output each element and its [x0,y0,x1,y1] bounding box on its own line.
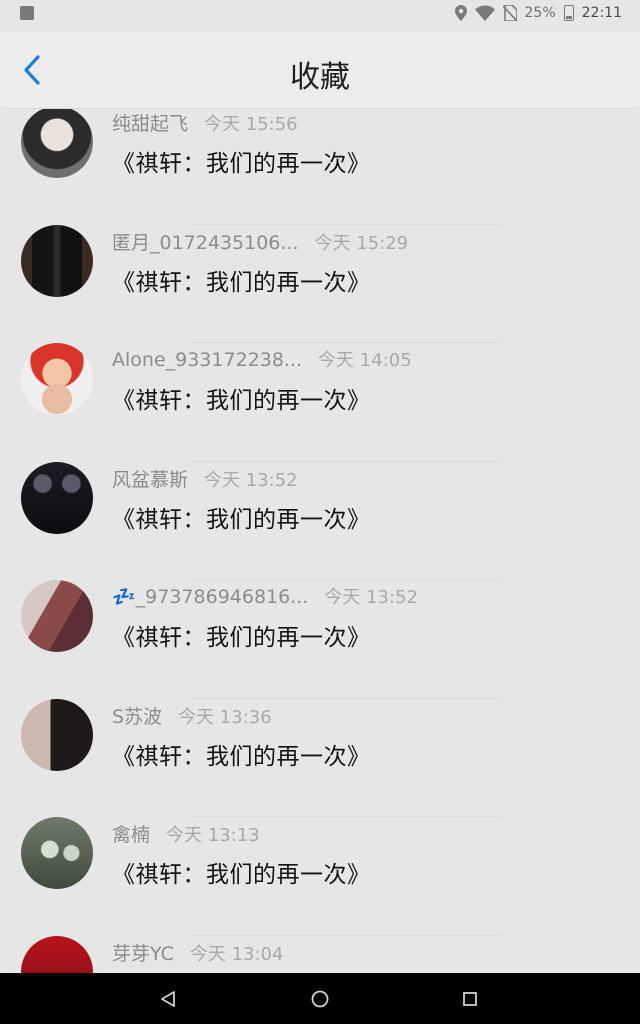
name-line: 💤_973786946816... 今天 13:52 [112,583,418,609]
collection-title[interactable]: 《祺轩：我们的再一次》 [112,855,371,889]
gallery-notification-icon [20,6,34,20]
name-line: 风盆慕斯 今天 13:52 [112,465,298,492]
nav-recents-button[interactable] [456,985,484,1013]
avatar[interactable] [21,108,93,178]
location-icon [454,5,467,21]
username[interactable]: 芽芽YC [112,943,174,965]
timestamp: 今天 13:52 [324,587,418,608]
nav-back-button[interactable] [154,985,182,1013]
timestamp: 今天 13:36 [178,706,272,728]
username[interactable]: S苏波 [112,706,162,728]
collection-title[interactable]: 《祺轩：我们的再一次》 [112,500,371,534]
username[interactable]: Alone_933172238... [112,349,302,371]
list-item[interactable]: S苏波 今天 13:36 《祺轩：我们的再一次》 [0,698,640,817]
list-item[interactable]: 匿月_0172435106... 今天 15:29 《祺轩：我们的再一次》 [0,224,640,343]
name-line: 禽楠 今天 13:13 [112,820,260,847]
name-line: 匿月_0172435106... 今天 15:29 [112,228,408,255]
username[interactable]: 💤_973786946816... [112,586,308,608]
collection-title[interactable]: 《祺轩：我们的再一次》 [112,381,371,415]
username[interactable]: 纯甜起飞 [112,113,188,135]
username[interactable]: 匿月_0172435106... [112,232,299,254]
avatar[interactable] [21,343,93,415]
list-item[interactable]: 💤_973786946816... 今天 13:52 《祺轩：我们的再一次》 [0,580,640,699]
timestamp: 今天 13:52 [204,469,298,491]
list-item[interactable]: Alone_933172238... 今天 14:05 《祺轩：我们的再一次》 [0,343,640,462]
avatar[interactable] [21,698,93,771]
name-line: Alone_933172238... 今天 14:05 [112,346,412,372]
timestamp: 今天 14:05 [318,350,412,371]
username[interactable]: 禽楠 [112,824,150,846]
list-item[interactable]: 禽楠 今天 13:13 《祺轩：我们的再一次》 [0,817,640,936]
name-line: 纯甜起飞 今天 15:56 [112,109,298,136]
list-item[interactable]: 纯甜起飞 今天 15:56 《祺轩：我们的再一次》 [0,108,640,225]
collection-title[interactable]: 《祺轩：我们的再一次》 [112,144,371,178]
avatar[interactable] [21,817,93,889]
page-title: 收藏 [290,60,350,95]
list-item[interactable]: 风盆慕斯 今天 13:52 《祺轩：我们的再一次》 [0,461,640,580]
name-line: 芽芽YC 今天 13:04 [112,939,283,966]
avatar[interactable] [21,461,93,534]
battery-icon [563,5,574,21]
timestamp: 今天 13:13 [166,825,260,846]
square-recents-icon [463,992,477,1006]
avatar[interactable] [21,224,93,297]
timestamp: 今天 15:29 [314,232,409,254]
battery-percent: 25% [524,5,556,21]
timestamp: 今天 15:56 [204,114,298,135]
collection-title[interactable]: 《祺轩：我们的再一次》 [112,263,371,297]
list-item[interactable]: 芽芽YC 今天 13:04 [0,935,640,973]
no-sim-icon [502,5,517,21]
clock: 22:11 [581,5,622,21]
title-bar: 收藏 [0,32,640,109]
nav-home-button[interactable] [306,985,334,1013]
name-line: S苏波 今天 13:36 [112,702,272,729]
favorites-list[interactable]: 纯甜起飞 今天 15:56 《祺轩：我们的再一次》 匿月_0172435106..… [0,108,640,973]
triangle-back-icon [161,991,175,1007]
circle-home-icon [311,990,329,1008]
collection-title[interactable]: 《祺轩：我们的再一次》 [112,618,371,652]
status-bar: 25% 22:11 [0,0,640,28]
navigation-bar [0,973,640,1024]
status-right: 25% 22:11 [454,5,622,21]
collection-title[interactable]: 《祺轩：我们的再一次》 [112,737,371,771]
timestamp: 今天 13:04 [189,943,284,965]
wifi-icon [474,5,495,21]
username[interactable]: 风盆慕斯 [112,469,188,491]
avatar[interactable] [21,935,93,973]
avatar[interactable] [21,580,93,652]
